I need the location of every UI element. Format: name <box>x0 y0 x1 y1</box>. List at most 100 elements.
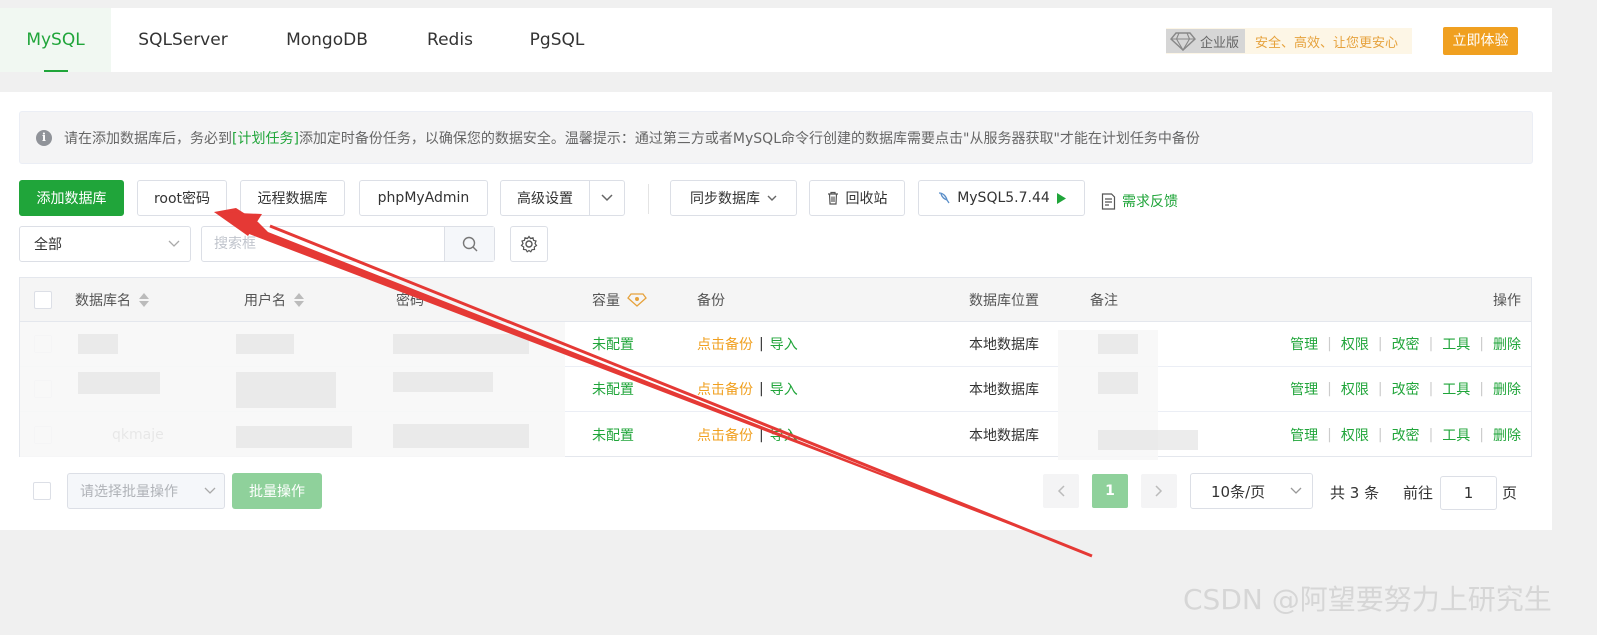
toolbar-divider <box>648 184 649 214</box>
backup-link[interactable]: 点击备份 <box>697 379 753 399</box>
change-password-link[interactable]: 改密 <box>1392 334 1420 354</box>
location-cell: 本地数据库 <box>969 427 1039 444</box>
header-remark: 备注 <box>1090 292 1118 309</box>
import-link[interactable]: 导入 <box>770 334 798 354</box>
tools-link[interactable]: 工具 <box>1442 425 1470 445</box>
chevron-down-icon <box>601 194 613 202</box>
ops-cell: 管理 | 权限 | 改密 | 工具 | 删除 <box>1290 412 1521 457</box>
footer-select-all-checkbox[interactable] <box>33 482 51 500</box>
feedback-label: 需求反馈 <box>1122 194 1178 210</box>
info-icon: i <box>36 129 52 146</box>
next-page-button[interactable] <box>1141 474 1177 508</box>
backup-cell: 点击备份 | 导入 <box>697 322 798 366</box>
backup-link[interactable]: 点击备份 <box>697 334 753 354</box>
capacity-cell[interactable]: 未配置 <box>592 412 634 457</box>
pro-diamond-icon <box>627 292 647 307</box>
enterprise-badge: 企业版 <box>1166 29 1246 53</box>
batch-operation-select[interactable]: 请选择批量操作 <box>67 473 225 509</box>
search-input[interactable] <box>202 227 444 261</box>
capacity-cell[interactable]: 未配置 <box>592 322 634 366</box>
permission-link[interactable]: 权限 <box>1341 379 1369 399</box>
page-size-select[interactable]: 10条/页 <box>1190 473 1313 509</box>
tab-mongodb[interactable]: MongoDB <box>270 8 384 72</box>
manage-link[interactable]: 管理 <box>1290 334 1318 354</box>
sort-icon <box>294 292 304 307</box>
tab-sqlserver[interactable]: SQLServer <box>126 8 240 72</box>
permission-link[interactable]: 权限 <box>1341 425 1369 445</box>
search-icon <box>462 236 477 252</box>
goto-page-input[interactable]: 1 <box>1440 476 1497 510</box>
manage-link[interactable]: 管理 <box>1290 425 1318 445</box>
tab-mysql-label: MySQL <box>26 30 85 50</box>
tab-pgsql[interactable]: PgSQL <box>515 8 599 72</box>
phpmyadmin-button[interactable]: phpMyAdmin <box>359 180 488 216</box>
ops-separator: | <box>1479 426 1484 443</box>
scope-select[interactable]: 全部 <box>19 226 191 262</box>
tools-link[interactable]: 工具 <box>1442 334 1470 354</box>
header-capacity: 容量 <box>592 278 647 321</box>
advanced-settings-button[interactable]: 高级设置 <box>500 180 590 216</box>
ops-cell: 管理 | 权限 | 改密 | 工具 | 删除 <box>1290 367 1521 411</box>
cron-task-link[interactable]: [计划任务] <box>232 128 299 148</box>
recycle-bin-button[interactable]: 回收站 <box>809 180 905 216</box>
feedback-link[interactable]: 需求反馈 <box>1101 187 1178 215</box>
import-link[interactable]: 导入 <box>770 425 798 445</box>
remote-database-button[interactable]: 远程数据库 <box>240 180 345 216</box>
import-link[interactable]: 导入 <box>770 379 798 399</box>
chevron-left-icon <box>1057 485 1065 497</box>
ops-separator: | <box>1479 336 1484 352</box>
sync-database-button[interactable]: 同步数据库 <box>670 180 797 216</box>
backup-separator: | <box>759 336 764 352</box>
active-tab-indicator <box>44 70 68 72</box>
feedback-icon <box>1101 192 1116 210</box>
permission-link[interactable]: 权限 <box>1341 334 1369 354</box>
play-icon <box>1056 192 1066 204</box>
ops-cell: 管理 | 权限 | 改密 | 工具 | 删除 <box>1290 322 1521 366</box>
delete-link[interactable]: 删除 <box>1493 425 1521 445</box>
delete-link[interactable]: 删除 <box>1493 379 1521 399</box>
trash-icon <box>827 191 838 205</box>
mysql-version-button[interactable]: MySQL5.7.44 <box>918 180 1085 216</box>
ops-separator: | <box>1428 426 1434 443</box>
try-enterprise-button[interactable]: 立即体验 <box>1443 27 1518 55</box>
chevron-down-icon <box>204 487 216 494</box>
column-settings-button[interactable] <box>510 226 548 262</box>
backup-link[interactable]: 点击备份 <box>697 425 753 445</box>
header-capacity-label: 容量 <box>592 292 620 309</box>
goto-suffix: 页 <box>1502 484 1518 502</box>
delete-link[interactable]: 删除 <box>1493 334 1521 354</box>
batch-operation-button[interactable]: 批量操作 <box>232 473 322 509</box>
header-user[interactable]: 用户名 <box>244 278 304 321</box>
root-password-button[interactable]: root密码 <box>137 180 227 216</box>
location-cell: 本地数据库 <box>969 337 1039 353</box>
manage-link[interactable]: 管理 <box>1290 379 1318 399</box>
enterprise-slogan: 安全、高效、让您更安心 <box>1255 35 1399 51</box>
select-all-checkbox[interactable] <box>34 290 52 309</box>
db-type-tabs: MySQL SQLServer MongoDB Redis PgSQL 企业版 … <box>0 8 1552 72</box>
search-box <box>201 226 495 262</box>
ops-separator: | <box>1327 336 1332 352</box>
prev-page-button[interactable] <box>1043 474 1079 508</box>
tab-mysql[interactable]: MySQL <box>0 8 111 72</box>
change-password-link[interactable]: 改密 <box>1392 379 1420 399</box>
ops-separator: | <box>1327 426 1332 443</box>
tab-redis[interactable]: Redis <box>410 8 490 72</box>
chevron-right-icon <box>1155 485 1163 497</box>
enterprise-banner: 企业版 安全、高效、让您更安心 <box>1166 28 1413 54</box>
add-database-button[interactable]: 添加数据库 <box>19 180 124 216</box>
page-number[interactable]: 1 <box>1092 474 1128 508</box>
search-button[interactable] <box>444 227 494 261</box>
header-name[interactable]: 数据库名 <box>75 278 149 321</box>
capacity-cell[interactable]: 未配置 <box>592 367 634 411</box>
header-backup: 备份 <box>697 292 725 309</box>
location-cell: 本地数据库 <box>969 382 1039 398</box>
tools-link[interactable]: 工具 <box>1442 379 1470 399</box>
ops-separator: | <box>1377 426 1383 443</box>
ops-separator: | <box>1377 381 1383 397</box>
ops-separator: | <box>1327 381 1332 397</box>
advanced-settings-dropdown[interactable] <box>589 180 625 216</box>
change-password-link[interactable]: 改密 <box>1392 425 1420 445</box>
sort-icon <box>139 292 149 307</box>
select-all-cell <box>34 278 52 321</box>
mysql-dolphin-icon <box>939 192 950 204</box>
